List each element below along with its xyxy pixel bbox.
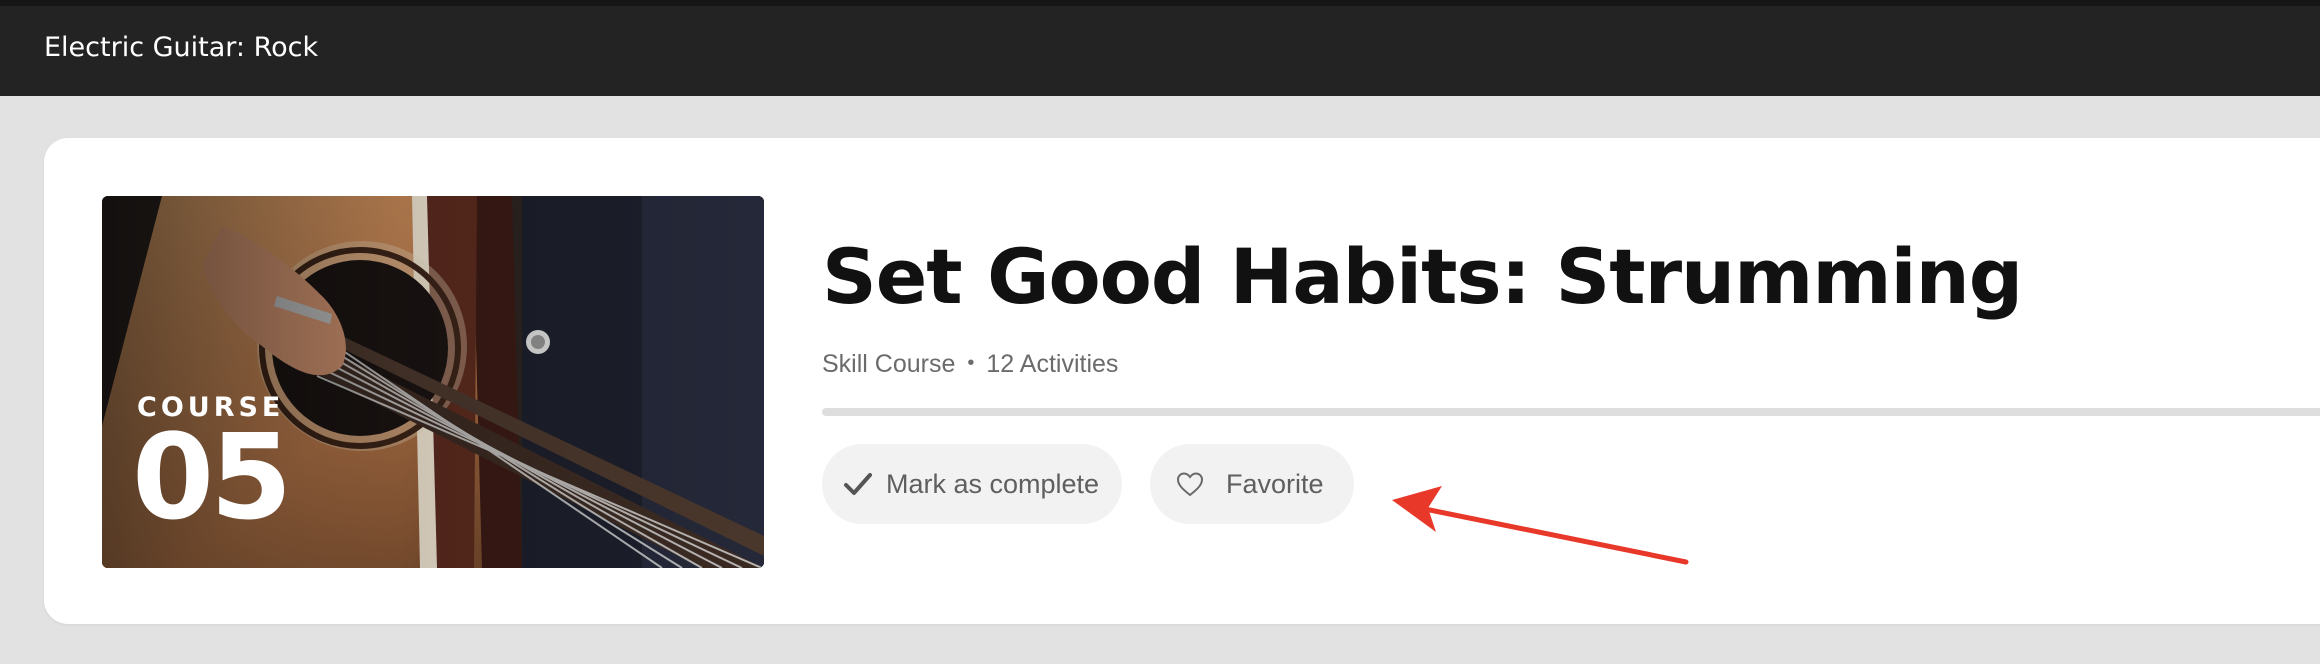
course-card: COURSE 05 Set Good Habits: Strumming Ski… <box>44 138 2320 624</box>
top-bar: Electric Guitar: Rock <box>0 0 2320 96</box>
course-title: Set Good Habits: Strumming <box>822 232 2023 321</box>
mark-complete-label: Mark as complete <box>886 468 1100 499</box>
course-path-title[interactable]: Electric Guitar: Rock <box>44 32 318 63</box>
activity-count: 12 Activities <box>986 350 1119 378</box>
course-thumbnail[interactable]: COURSE 05 <box>102 196 764 568</box>
thumbnail-course-number: 05 <box>132 408 292 546</box>
red-arrow-annotation <box>1392 486 1689 565</box>
meta-separator: • <box>967 352 975 374</box>
heart-outline-icon <box>1174 468 1206 500</box>
mark-complete-button[interactable]: Mark as complete <box>822 444 1122 524</box>
course-meta: Skill Course • 12 Activities <box>822 350 1118 379</box>
course-type: Skill Course <box>822 350 956 378</box>
course-progress-bar <box>822 408 2320 416</box>
favorite-button[interactable]: Favorite <box>1150 444 1354 524</box>
checkmark-icon <box>842 468 874 500</box>
favorite-label: Favorite <box>1226 468 1324 499</box>
